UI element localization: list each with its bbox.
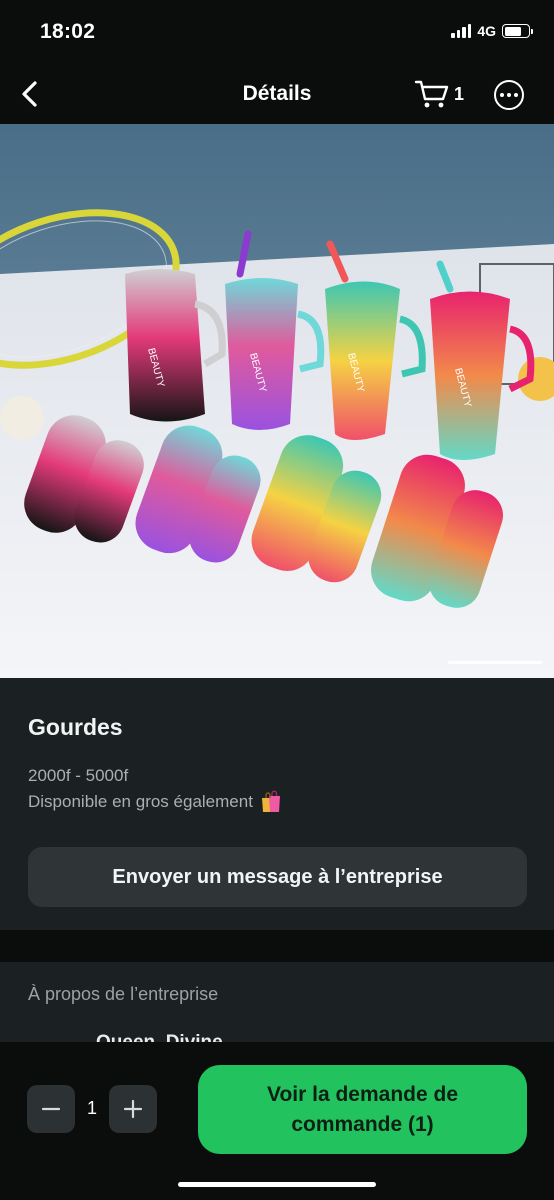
view-order-button[interactable]: Voir la demande de commande (1) <box>198 1065 527 1154</box>
product-price: 2000f - 5000f <box>28 766 129 785</box>
section-divider <box>0 930 554 962</box>
product-title: Gourdes <box>28 714 123 740</box>
product-photo: BEAUTY BEAUTY BEAUTY BEAUTY <box>0 124 554 678</box>
product-description: Disponible en gros également <box>28 790 283 814</box>
more-options-button[interactable] <box>494 80 524 110</box>
quantity-decrease-button[interactable] <box>27 1085 75 1133</box>
quantity-value: 1 <box>86 1098 97 1118</box>
status-bar: 18:02 4G <box>0 0 554 64</box>
network-type: 4G <box>477 23 496 39</box>
quantity-increase-button[interactable] <box>109 1085 157 1133</box>
minus-icon <box>41 1107 61 1111</box>
shopping-cart-icon <box>414 80 449 108</box>
status-indicators: 4G <box>451 23 533 39</box>
battery-icon <box>502 24 533 38</box>
more-horizontal-icon <box>500 93 504 97</box>
signal-icon <box>451 24 472 38</box>
about-business-card: À propos de l’entreprise Queen_Divine <box>0 962 554 1042</box>
home-indicator[interactable] <box>178 1182 376 1187</box>
nav-bar: Détails 1 <box>0 64 554 124</box>
company-name[interactable]: Queen_Divine <box>96 1032 223 1042</box>
product-info-card: Gourdes 2000f - 5000f Disponible en gros… <box>0 678 554 930</box>
message-business-button[interactable]: Envoyer un message à l’entreprise <box>28 847 527 907</box>
cart-count: 1 <box>454 83 465 104</box>
page-title: Détails <box>242 82 312 105</box>
cart-button[interactable]: 1 <box>414 77 464 111</box>
about-title: À propos de l’entreprise <box>28 984 219 1004</box>
status-time: 18:02 <box>40 20 96 43</box>
bottom-action-bar: 1 Voir la demande de commande (1) <box>0 1042 554 1200</box>
product-description-text: Disponible en gros également <box>28 792 253 811</box>
image-page-indicator <box>448 661 542 664</box>
product-image[interactable]: BEAUTY BEAUTY BEAUTY BEAUTY <box>0 124 554 678</box>
shopping-bags-icon <box>261 790 280 812</box>
plus-icon <box>123 1099 143 1119</box>
